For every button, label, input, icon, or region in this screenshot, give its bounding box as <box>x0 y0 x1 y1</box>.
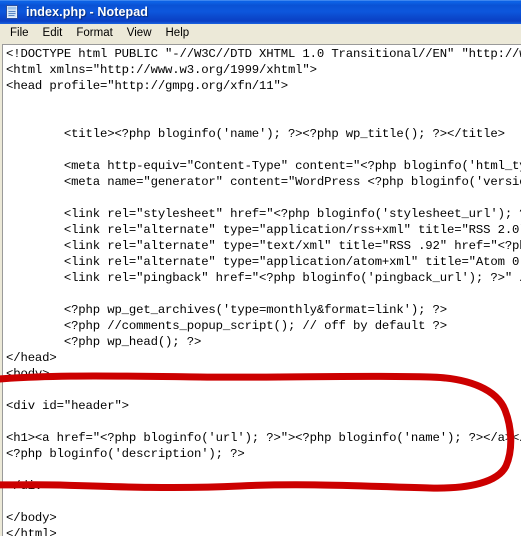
menu-item-help[interactable]: Help <box>159 25 197 42</box>
code-line: <link rel="alternate" type="text/xml" ti… <box>6 239 521 253</box>
code-line: </body> <box>6 511 57 525</box>
code-line: <link rel="stylesheet" href="<?php blogi… <box>6 207 521 221</box>
code-line: <?php bloginfo('description'); ?> <box>6 447 245 461</box>
code-line: </div> <box>6 479 50 493</box>
code-line: <div id="header"> <box>6 399 129 413</box>
code-line: <link rel="pingback" href="<?php bloginf… <box>6 271 521 285</box>
code-content: <!DOCTYPE html PUBLIC "-//W3C//DTD XHTML… <box>6 46 521 536</box>
text-editor[interactable]: <!DOCTYPE html PUBLIC "-//W3C//DTD XHTML… <box>2 44 521 536</box>
code-line: <meta http-equiv="Content-Type" content=… <box>6 159 521 173</box>
title-bar: index.php - Notepad <box>0 0 521 24</box>
code-line: <link rel="alternate" type="application/… <box>6 223 521 237</box>
code-line: <?php wp_get_archives('type=monthly&form… <box>6 303 447 317</box>
code-line: <?php wp_head(); ?> <box>6 335 202 349</box>
notepad-window: index.php - Notepad File Edit Format Vie… <box>0 0 521 536</box>
window-title: index.php - Notepad <box>26 5 149 19</box>
code-line: </html> <box>6 527 57 536</box>
code-line: <html xmlns="http://www.w3.org/1999/xhtm… <box>6 63 317 77</box>
code-line: <meta name="generator" content="WordPres… <box>6 175 521 189</box>
menu-item-edit[interactable]: Edit <box>36 25 70 42</box>
code-line: <!DOCTYPE html PUBLIC "-//W3C//DTD XHTML… <box>6 47 521 61</box>
menu-bar: File Edit Format View Help <box>0 24 521 43</box>
menu-item-file[interactable]: File <box>3 25 36 42</box>
code-line: <body> <box>6 367 50 381</box>
client-area: <!DOCTYPE html PUBLIC "-//W3C//DTD XHTML… <box>0 43 521 536</box>
code-line: <head profile="http://gmpg.org/xfn/11"> <box>6 79 288 93</box>
code-line: <?php //comments_popup_script(); // off … <box>6 319 447 333</box>
menu-item-view[interactable]: View <box>120 25 159 42</box>
code-line: <h1><a href="<?php bloginfo('url'); ?>">… <box>6 431 521 445</box>
code-line: </head> <box>6 351 57 365</box>
code-line: <title><?php bloginfo('name'); ?><?php w… <box>6 127 505 141</box>
code-line: <link rel="alternate" type="application/… <box>6 255 521 269</box>
notepad-document-icon <box>4 4 20 20</box>
menu-item-format[interactable]: Format <box>69 25 119 42</box>
